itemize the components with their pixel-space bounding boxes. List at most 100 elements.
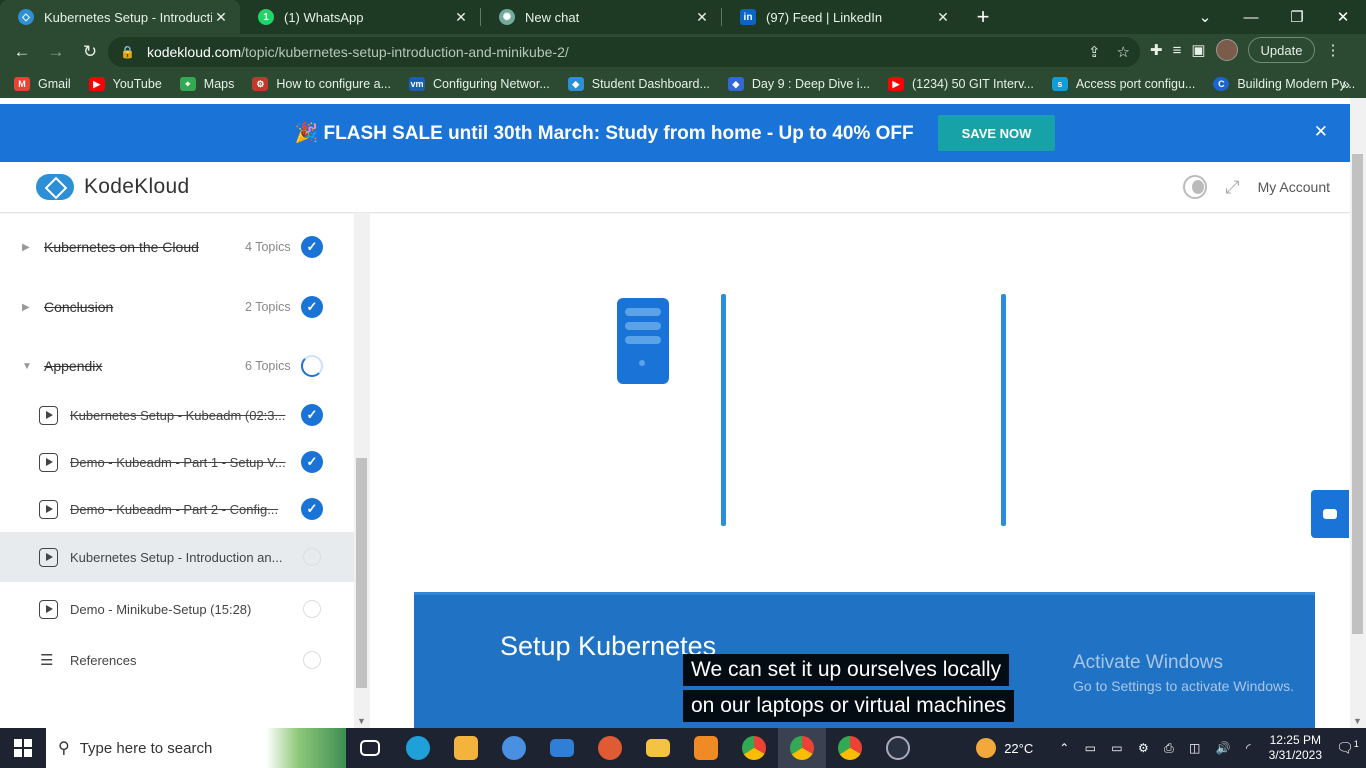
share-icon[interactable]: ⇪ bbox=[1088, 43, 1101, 61]
clock[interactable]: 12:25 PM 3/31/2023 bbox=[1269, 733, 1322, 763]
side-panel-icon[interactable]: ▣ bbox=[1191, 41, 1205, 59]
bookmarks-overflow-icon[interactable]: » bbox=[1342, 76, 1350, 92]
close-icon[interactable]: ✕ bbox=[452, 9, 470, 26]
page: 🎉 FLASH SALE until 30th March: Study fro… bbox=[0, 98, 1366, 728]
bookmark-access-port[interactable]: s Access port configu... bbox=[1051, 77, 1195, 91]
bookmark-gmail[interactable]: M Gmail bbox=[14, 77, 71, 91]
brand-name: KodeKloud bbox=[84, 175, 190, 198]
chrome-icon[interactable] bbox=[730, 728, 778, 768]
section-kubernetes-on-the-cloud[interactable]: ▶ Kubernetes on the Cloud 4 Topics ✓ bbox=[0, 222, 354, 272]
banner-text: 🎉 FLASH SALE until 30th March: Study fro… bbox=[294, 123, 914, 144]
tab-title: (97) Feed | LinkedIn bbox=[766, 9, 883, 25]
lesson-content: Setup Kubernetes We can set it up oursel… bbox=[370, 214, 1350, 728]
activate-windows-watermark: Activate Windows Go to Settings to activ… bbox=[1073, 652, 1294, 694]
caret-down-icon: ▼ bbox=[22, 360, 32, 372]
sidebar-scrollbar[interactable]: ▼ bbox=[354, 214, 370, 728]
caret-right-icon: ▶ bbox=[22, 301, 30, 313]
address-toolbar: ← → ↻ 🔒 kodekloud.com/topic/kubernetes-s… bbox=[0, 34, 1366, 70]
tab-whatsapp[interactable]: 1 (1) WhatsApp ✕ bbox=[240, 0, 480, 34]
site-icon: ◆ bbox=[567, 77, 584, 91]
bookmark-student-dashboard[interactable]: ◆ Student Dashboard... bbox=[567, 77, 710, 91]
topic-row[interactable]: Demo - Kubeadm - Part 2 - Config... ✓ bbox=[0, 484, 354, 534]
bookmark-maps[interactable]: ⌖ Maps bbox=[179, 77, 234, 91]
minimize-icon[interactable]: — bbox=[1228, 0, 1274, 34]
new-tab-plus-icon[interactable]: + bbox=[968, 0, 998, 34]
scrollbar-thumb[interactable] bbox=[356, 458, 367, 688]
tray-icons[interactable]: ⌃ ▭ ▭ ⚙ ⎙ ◫ 🔊 ◜ bbox=[1059, 741, 1256, 756]
chat-icon[interactable] bbox=[1311, 490, 1349, 538]
maps-icon: ⌖ bbox=[179, 77, 196, 91]
restore-icon[interactable]: ❐ bbox=[1274, 0, 1320, 34]
tab-search-chevron-icon[interactable]: ⌄ bbox=[1182, 0, 1228, 34]
windows-start-icon[interactable] bbox=[0, 728, 46, 768]
app-icon[interactable] bbox=[490, 728, 538, 768]
subtitle-line-2: on our laptops or virtual machines bbox=[683, 690, 1015, 722]
bookmark-day-9[interactable]: ◆ Day 9 : Deep Dive i... bbox=[727, 77, 870, 91]
back-arrow-icon[interactable]: ← bbox=[6, 36, 38, 68]
chrome-profile-icon[interactable] bbox=[778, 728, 826, 768]
update-button[interactable]: Update bbox=[1247, 37, 1316, 63]
check-icon: ✓ bbox=[301, 404, 323, 426]
close-icon[interactable]: ✕ bbox=[934, 9, 952, 26]
tab-linkedin[interactable]: in (97) Feed | LinkedIn ✕ bbox=[722, 0, 962, 34]
close-icon[interactable]: ✕ bbox=[693, 9, 711, 26]
topic-row-current[interactable]: Kubernetes Setup - Introduction an... bbox=[0, 532, 354, 582]
section-appendix[interactable]: ▼ Appendix 6 Topics bbox=[0, 341, 354, 391]
scrollbar-thumb[interactable] bbox=[1352, 154, 1363, 634]
bookmark-configuring-network[interactable]: vm Configuring Networ... bbox=[409, 77, 550, 91]
play-icon bbox=[39, 599, 58, 619]
extensions-puzzle-icon[interactable]: ✚ bbox=[1150, 41, 1163, 59]
topic-row[interactable]: ☰ References bbox=[0, 635, 354, 685]
app-icon[interactable] bbox=[682, 728, 730, 768]
store-icon[interactable] bbox=[442, 728, 490, 768]
window-close-icon[interactable]: ✕ bbox=[1320, 0, 1366, 34]
tab-title: Kubernetes Setup - Introduction bbox=[44, 9, 212, 25]
reading-list-icon[interactable]: ≡ bbox=[1173, 42, 1182, 59]
topic-row[interactable]: Demo - Minikube-Setup (15:28) bbox=[0, 584, 354, 634]
taskbar-search[interactable]: ⚲ Type here to search bbox=[46, 728, 346, 768]
chrome-profile-h-icon[interactable] bbox=[826, 728, 874, 768]
scroll-down-arrow-icon[interactable]: ▼ bbox=[1353, 716, 1362, 726]
video-frame[interactable] bbox=[414, 214, 1315, 594]
search-highlight-art bbox=[266, 728, 346, 768]
url-bar[interactable]: 🔒 kodekloud.com/topic/kubernetes-setup-i… bbox=[108, 37, 1140, 67]
topic-row[interactable]: Demo - Kubeadm - Part 1 - Setup V... ✓ bbox=[0, 437, 354, 487]
dark-mode-icon[interactable] bbox=[1183, 175, 1208, 199]
close-icon[interactable]: ✕ bbox=[1314, 122, 1328, 142]
file-explorer-icon[interactable] bbox=[634, 728, 682, 768]
my-account-link[interactable]: My Account bbox=[1258, 179, 1330, 195]
check-icon: ✓ bbox=[301, 498, 323, 520]
section-conclusion[interactable]: ▶ Conclusion 2 Topics ✓ bbox=[0, 282, 354, 332]
system-tray: 22°C ⌃ ▭ ▭ ⚙ ⎙ ◫ 🔊 ◜ 12:25 PM 3/31/2023 … bbox=[976, 728, 1366, 768]
save-now-button[interactable]: SAVE NOW bbox=[937, 115, 1056, 151]
camera-icon[interactable] bbox=[874, 728, 922, 768]
notification-icon[interactable]: 🗨1 bbox=[1336, 739, 1360, 757]
openai-favicon-icon: ✺ bbox=[499, 9, 515, 25]
reload-icon[interactable]: ↻ bbox=[74, 36, 106, 68]
incomplete-circle-icon bbox=[303, 548, 321, 566]
mail-icon[interactable] bbox=[538, 728, 586, 768]
bookmark-how-to-configure[interactable]: ⚙ How to configure a... bbox=[252, 77, 391, 91]
bookmark-git-interview[interactable]: ▶ (1234) 50 GIT Interv... bbox=[888, 77, 1034, 91]
weather-widget[interactable]: 22°C bbox=[976, 738, 1033, 758]
weather-icon bbox=[976, 738, 997, 758]
tab-new-chat[interactable]: ✺ New chat ✕ bbox=[481, 0, 721, 34]
task-view-icon[interactable] bbox=[346, 728, 394, 768]
bookmark-youtube[interactable]: ▶ YouTube bbox=[88, 77, 162, 91]
lock-icon[interactable]: 🔒 bbox=[120, 45, 135, 59]
kodekloud-logo[interactable]: KodeKloud bbox=[36, 174, 189, 200]
profile-avatar[interactable] bbox=[1215, 39, 1238, 61]
bookmark-building-modern[interactable]: C Building Modern Py... bbox=[1213, 77, 1355, 91]
edge-icon[interactable] bbox=[394, 728, 442, 768]
scroll-down-arrow-icon[interactable]: ▼ bbox=[357, 716, 366, 726]
tab-kubernetes-setup[interactable]: ◇ Kubernetes Setup - Introduction ✕ bbox=[0, 0, 240, 34]
page-scrollbar[interactable]: ▼ bbox=[1350, 98, 1366, 728]
forward-arrow-icon[interactable]: → bbox=[40, 36, 72, 68]
fullscreen-icon[interactable]: ⤢ bbox=[1225, 177, 1239, 198]
bookmark-star-icon[interactable]: ☆ bbox=[1117, 43, 1130, 61]
close-icon[interactable]: ✕ bbox=[212, 9, 230, 26]
app-icon[interactable] bbox=[586, 728, 634, 768]
kebab-menu-icon[interactable]: ⋮ bbox=[1325, 41, 1340, 59]
topic-row[interactable]: Kubernetes Setup - Kubeadm (02:3... ✓ bbox=[0, 390, 354, 440]
site-icon: ⚙ bbox=[252, 77, 269, 91]
